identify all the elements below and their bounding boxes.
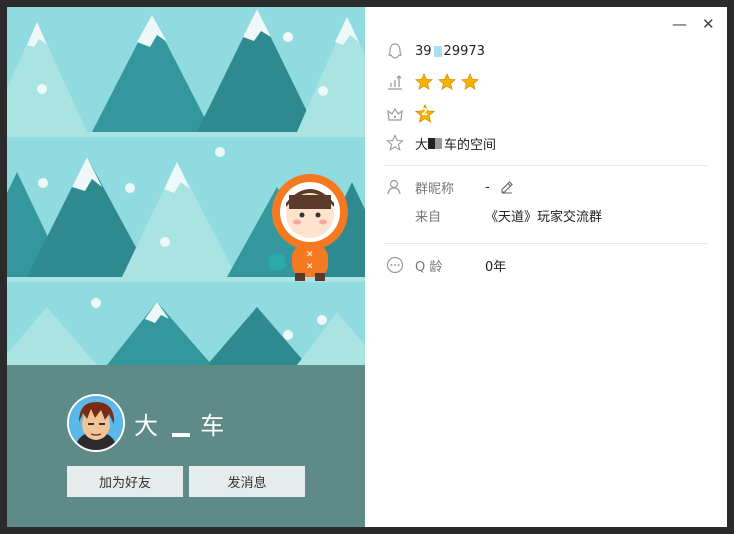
space-prefix: 大 xyxy=(415,137,429,153)
qq-number-redaction xyxy=(433,45,442,57)
svg-text:✕: ✕ xyxy=(306,262,314,272)
from-value[interactable]: 《天道》玩家交流群 xyxy=(485,206,602,225)
profile-left-panel: ✕ ✕ 大 车 加为好友 发消息 xyxy=(7,7,365,527)
level-chart-icon xyxy=(385,72,405,92)
age-value: 0年 xyxy=(485,259,507,275)
vip-level: 2 xyxy=(421,107,428,118)
space-redaction xyxy=(428,137,436,149)
group-nickname-row: 群昵称 - xyxy=(385,176,514,198)
qq-number-suffix: 29973 xyxy=(443,43,485,59)
star-icon xyxy=(415,73,433,90)
from-label: 来自 xyxy=(415,209,442,225)
group-nickname-value: - xyxy=(485,179,490,195)
edit-pencil-icon[interactable] xyxy=(500,180,514,194)
profile-bottom-panel xyxy=(7,365,365,527)
nickname: 大 车 xyxy=(134,406,225,441)
star-outline-icon xyxy=(385,133,405,153)
more-dots-icon xyxy=(385,255,405,275)
minimize-button[interactable]: — xyxy=(672,15,687,33)
space-suffix: 车的空间 xyxy=(444,137,497,153)
vip-badge[interactable]: 2 xyxy=(414,103,436,124)
svg-text:✕: ✕ xyxy=(306,250,314,260)
star-icon xyxy=(461,73,479,90)
group-user-icon xyxy=(385,177,405,197)
winter-banner: ✕ ✕ xyxy=(7,7,365,365)
star-icon xyxy=(438,73,456,90)
avatar[interactable] xyxy=(67,394,125,452)
vip-row: 2 xyxy=(385,103,436,125)
level-stars xyxy=(415,73,484,91)
nickname-part2: 车 xyxy=(200,412,226,440)
space-redaction-2 xyxy=(435,137,443,149)
level-row xyxy=(385,71,484,93)
send-message-button[interactable]: 发消息 xyxy=(189,466,305,497)
nickname-part1: 大 xyxy=(134,412,159,440)
qq-number-prefix: 39 xyxy=(415,43,432,59)
age-label: Q 龄 xyxy=(415,259,443,275)
divider xyxy=(384,243,707,244)
profile-info-panel: — ✕ 39 29973 2 大 车的空间 群昵称 - 来自 《天道》玩家交流群… xyxy=(365,7,727,527)
profile-card-window: ✕ ✕ 大 车 加为好友 发消息 — ✕ 39 29973 2 大 车的空间 群… xyxy=(7,7,727,527)
add-friend-button[interactable]: 加为好友 xyxy=(67,466,183,497)
penguin-icon xyxy=(385,41,405,61)
from-row: 来自 《天道》玩家交流群 xyxy=(385,204,602,226)
close-button[interactable]: ✕ xyxy=(702,15,715,33)
group-nickname-label: 群昵称 xyxy=(415,181,455,197)
divider xyxy=(384,165,707,166)
space-row[interactable]: 大 车的空间 xyxy=(385,132,496,154)
age-row: Q 龄 0年 xyxy=(385,254,506,276)
crown-icon xyxy=(385,104,405,124)
nickname-redaction xyxy=(171,433,190,437)
qq-number-row: 39 29973 xyxy=(385,40,485,62)
